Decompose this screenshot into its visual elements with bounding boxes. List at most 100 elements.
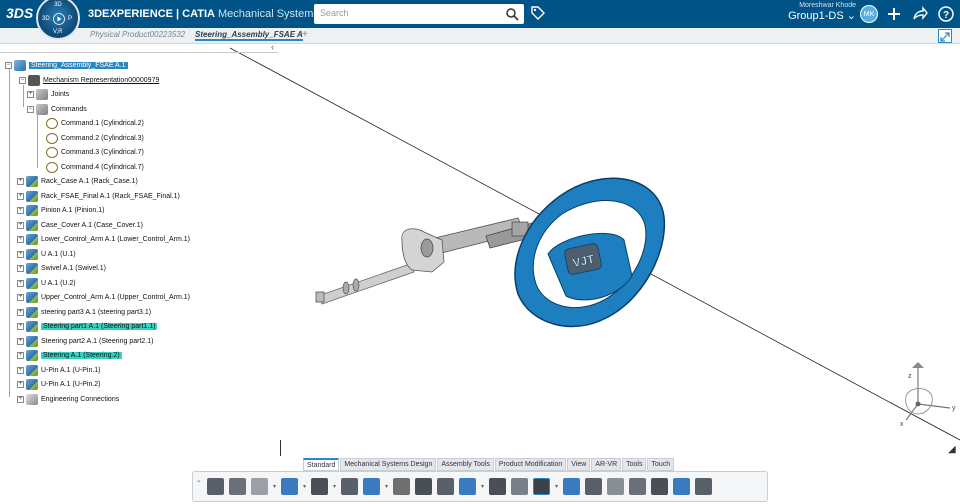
tree-node-part[interactable]: + steering part3 A.1 (steering part3.1) [17, 306, 151, 319]
explode-icon[interactable] [393, 478, 410, 495]
tree-node-root[interactable]: − Steering_Assembly_FSAE A.1 [5, 59, 128, 72]
search-box[interactable]: Search [314, 4, 524, 24]
add-icon[interactable] [885, 5, 903, 23]
action-bar-toggle-icon[interactable]: ⌄ [196, 476, 202, 484]
select-icon[interactable] [311, 478, 328, 495]
tree-node-label[interactable]: Command.1 (Cylindrical.2) [61, 120, 144, 127]
tree-node-label[interactable]: Commands [51, 106, 87, 113]
tree-node-label[interactable]: Lower_Control_Arm A.1 (Lower_Control_Arm… [41, 236, 190, 243]
tree-node-label[interactable]: U A.1 (U.1) [41, 251, 76, 258]
tree-node-part[interactable]: + Case_Cover A.1 (Case_Cover.1) [17, 219, 143, 232]
copy-icon[interactable] [229, 478, 246, 495]
tab-physical-product[interactable]: Physical Product00223532 [90, 30, 185, 39]
command-icon[interactable] [511, 478, 528, 495]
tree-node-label[interactable]: Command.4 (Cylindrical.7) [61, 164, 144, 171]
tab-touch[interactable]: Touch [647, 458, 675, 471]
tree-node-label[interactable]: Command.2 (Cylindrical.3) [61, 135, 144, 142]
tree-node-command[interactable]: Command.4 (Cylindrical.7) [46, 161, 144, 174]
steering-wheel[interactable]: VJT [514, 177, 666, 328]
tree-node-label[interactable]: Upper_Control_Arm A.1 (Upper_Control_Arm… [41, 294, 190, 301]
tree-node-commands[interactable]: − Commands [27, 103, 87, 116]
mechanism-icon[interactable] [341, 478, 358, 495]
balance-icon[interactable] [695, 478, 712, 495]
tree-node-label[interactable]: U A.1 (U.2) [41, 280, 76, 287]
steering-column[interactable] [315, 217, 539, 305]
tab-tools[interactable]: Tools [622, 458, 647, 471]
tree-node-part[interactable]: + Steering part1 A.1 (Steering part1.1) [17, 320, 158, 333]
tree-node-command[interactable]: Command.3 (Cylindrical.7) [46, 146, 144, 159]
tree-node-part[interactable]: + Steering A.1 (Steering.2) [17, 349, 122, 362]
assembly-icon[interactable] [363, 478, 380, 495]
tree-node-command[interactable]: Command.2 (Cylindrical.3) [46, 132, 144, 145]
compass-left[interactable]: 3D [42, 16, 50, 22]
interference-icon[interactable] [651, 478, 668, 495]
tree-node-label[interactable]: U-Pin A.1 (U-Pin.1) [41, 367, 101, 374]
compass-top[interactable]: 3D [54, 2, 62, 8]
tree-node-part[interactable]: + Rack_FSAE_Final A.1 (Rack_FSAE_Final.1) [17, 190, 180, 203]
joint-icon[interactable] [415, 478, 432, 495]
tree-node-label[interactable]: steering part3 A.1 (steering part3.1) [41, 309, 151, 316]
play-icon[interactable] [53, 13, 65, 25]
compass-right[interactable]: P [68, 16, 72, 22]
move-icon[interactable] [563, 478, 580, 495]
pattern-icon[interactable] [489, 478, 506, 495]
share-icon[interactable] [911, 5, 929, 23]
fullscreen-icon[interactable] [938, 29, 952, 43]
tree-node-part[interactable]: + U A.1 (U.2) [17, 277, 76, 290]
nav-arrow-icon[interactable]: ◢ [948, 444, 956, 455]
tab-product-modification[interactable]: Product Modification [494, 458, 567, 471]
collab-space-selector[interactable]: Group1-DS ⌄ [780, 9, 856, 22]
tree-node-part[interactable]: + Pinion A.1 (Pinion.1) [17, 204, 104, 217]
tree-collapse-bar[interactable]: ‹ [0, 42, 278, 53]
tree-node-part[interactable]: + Steering part2 A.1 (Steering part2.1) [17, 335, 153, 348]
tree-node-part[interactable]: + Upper_Control_Arm A.1 (Upper_Control_Ar… [17, 291, 190, 304]
tab-mechanical-systems-design[interactable]: Mechanical Systems Design [340, 458, 437, 471]
tag-icon[interactable] [530, 5, 546, 21]
compass-bottom[interactable]: V,R [53, 29, 62, 35]
tab-assembly-tools[interactable]: Assembly Tools [437, 458, 494, 471]
paste-icon[interactable] [251, 478, 268, 495]
add-tab-icon[interactable]: + [302, 29, 308, 40]
cut-icon[interactable] [207, 478, 224, 495]
snap-icon[interactable] [437, 478, 454, 495]
tree-node-part[interactable]: + Rack_Case A.1 (Rack_Case.1) [17, 175, 138, 188]
search-input[interactable]: Search [320, 8, 349, 18]
tree-node-part[interactable]: + U A.1 (U.1) [17, 248, 76, 261]
user-info[interactable]: Moreshwar Khode Group1-DS ⌄ [780, 2, 856, 22]
tree-node-label[interactable]: U-Pin A.1 (U-Pin.2) [41, 381, 101, 388]
collapse-tree-icon[interactable]: ‹ [271, 42, 274, 52]
tree-node-label[interactable]: Steering part2 A.1 (Steering part2.1) [41, 338, 153, 345]
tree-node-label[interactable]: Rack_Case A.1 (Rack_Case.1) [41, 178, 138, 185]
tree-node-part[interactable]: + Swivel A.1 (Swivel.1) [17, 262, 106, 275]
undo-icon[interactable] [281, 478, 298, 495]
stack-icon[interactable] [585, 478, 602, 495]
avatar[interactable]: MK [860, 5, 878, 23]
tree-node-command[interactable]: Command.1 (Cylindrical.2) [46, 117, 144, 130]
help-icon[interactable]: ? [937, 5, 955, 23]
tab-steering-assembly[interactable]: Steering_Assembly_FSAE A [195, 30, 303, 41]
tree-node-label[interactable]: Case_Cover A.1 (Case_Cover.1) [41, 222, 143, 229]
search-icon[interactable] [505, 7, 519, 21]
measure-icon[interactable] [673, 478, 690, 495]
constraint-icon[interactable] [459, 478, 476, 495]
tree-node-part[interactable]: + Lower_Control_Arm A.1 (Lower_Control_Ar… [17, 233, 190, 246]
axis-triad[interactable]: z x y [888, 352, 960, 432]
tree-node-label[interactable]: Pinion A.1 (Pinion.1) [41, 207, 104, 214]
tree-node-label[interactable]: Joints [51, 91, 69, 98]
tree-node-joints[interactable]: + Joints [27, 88, 69, 101]
tree-node-label[interactable]: Steering A.1 (Steering.2) [41, 352, 122, 359]
tree-node-mechanism[interactable]: − Mechanism Representation00000979 [19, 74, 159, 87]
tree-node-label[interactable]: Mechanism Representation00000979 [43, 77, 159, 84]
tree-node-label[interactable]: Engineering Connections [41, 396, 119, 403]
tree-node-engineering-connections[interactable]: + Engineering Connections [17, 393, 119, 406]
tree-node-part[interactable]: + U-Pin A.1 (U-Pin.2) [17, 378, 101, 391]
tree-node-label[interactable]: Steering part1 A.1 (Steering part1.1) [41, 323, 158, 330]
tree-node-part[interactable]: + U-Pin A.1 (U-Pin.1) [17, 364, 101, 377]
tree-node-label[interactable]: Swivel A.1 (Swivel.1) [41, 265, 106, 272]
simulation-icon[interactable] [533, 478, 550, 495]
cylinder-icon[interactable] [607, 478, 624, 495]
tree-node-label[interactable]: Command.3 (Cylindrical.7) [61, 149, 144, 156]
tree-node-label[interactable]: Steering_Assembly_FSAE A.1 [29, 62, 128, 69]
tab-ar-vr[interactable]: AR-VR [591, 458, 622, 471]
clash-icon[interactable] [629, 478, 646, 495]
